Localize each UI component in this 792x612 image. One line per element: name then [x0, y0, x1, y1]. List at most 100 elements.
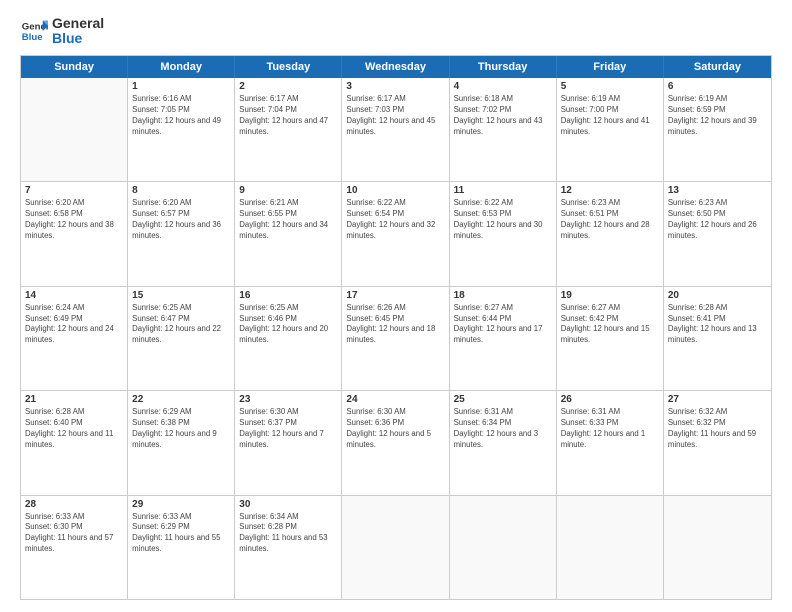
calendar-cell: 9 Sunrise: 6:21 AM Sunset: 6:55 PM Dayli… [235, 182, 342, 285]
calendar-cell: 20 Sunrise: 6:28 AM Sunset: 6:41 PM Dayl… [664, 287, 771, 390]
day-number: 15 [132, 290, 230, 301]
day-number: 16 [239, 290, 337, 301]
calendar-cell: 6 Sunrise: 6:19 AM Sunset: 6:59 PM Dayli… [664, 78, 771, 181]
day-info: Sunrise: 6:27 AM Sunset: 6:44 PM Dayligh… [454, 303, 552, 347]
calendar-row: 14 Sunrise: 6:24 AM Sunset: 6:49 PM Dayl… [21, 287, 771, 391]
day-number: 20 [668, 290, 767, 301]
calendar-cell [664, 496, 771, 599]
day-number: 28 [25, 499, 123, 510]
day-number: 3 [346, 81, 444, 92]
logo: General Blue General Blue [20, 16, 104, 47]
calendar-cell: 23 Sunrise: 6:30 AM Sunset: 6:37 PM Dayl… [235, 391, 342, 494]
weekday-header: Sunday [21, 56, 128, 78]
day-info: Sunrise: 6:20 AM Sunset: 6:58 PM Dayligh… [25, 198, 123, 242]
day-info: Sunrise: 6:28 AM Sunset: 6:41 PM Dayligh… [668, 303, 767, 347]
calendar-cell: 1 Sunrise: 6:16 AM Sunset: 7:05 PM Dayli… [128, 78, 235, 181]
day-info: Sunrise: 6:33 AM Sunset: 6:30 PM Dayligh… [25, 512, 123, 556]
day-number: 12 [561, 185, 659, 196]
header: General Blue General Blue [20, 16, 772, 47]
calendar-cell: 7 Sunrise: 6:20 AM Sunset: 6:58 PM Dayli… [21, 182, 128, 285]
calendar-cell: 12 Sunrise: 6:23 AM Sunset: 6:51 PM Dayl… [557, 182, 664, 285]
weekday-header: Monday [128, 56, 235, 78]
day-info: Sunrise: 6:18 AM Sunset: 7:02 PM Dayligh… [454, 94, 552, 138]
day-info: Sunrise: 6:19 AM Sunset: 7:00 PM Dayligh… [561, 94, 659, 138]
day-info: Sunrise: 6:25 AM Sunset: 6:46 PM Dayligh… [239, 303, 337, 347]
calendar-cell: 22 Sunrise: 6:29 AM Sunset: 6:38 PM Dayl… [128, 391, 235, 494]
calendar-cell: 13 Sunrise: 6:23 AM Sunset: 6:50 PM Dayl… [664, 182, 771, 285]
calendar-cell: 19 Sunrise: 6:27 AM Sunset: 6:42 PM Dayl… [557, 287, 664, 390]
svg-text:Blue: Blue [22, 32, 43, 43]
day-number: 19 [561, 290, 659, 301]
day-info: Sunrise: 6:17 AM Sunset: 7:03 PM Dayligh… [346, 94, 444, 138]
calendar-cell: 11 Sunrise: 6:22 AM Sunset: 6:53 PM Dayl… [450, 182, 557, 285]
day-info: Sunrise: 6:24 AM Sunset: 6:49 PM Dayligh… [25, 303, 123, 347]
day-info: Sunrise: 6:19 AM Sunset: 6:59 PM Dayligh… [668, 94, 767, 138]
day-number: 18 [454, 290, 552, 301]
day-number: 29 [132, 499, 230, 510]
calendar-cell: 30 Sunrise: 6:34 AM Sunset: 6:28 PM Dayl… [235, 496, 342, 599]
day-info: Sunrise: 6:23 AM Sunset: 6:50 PM Dayligh… [668, 198, 767, 242]
day-info: Sunrise: 6:23 AM Sunset: 6:51 PM Dayligh… [561, 198, 659, 242]
day-info: Sunrise: 6:22 AM Sunset: 6:53 PM Dayligh… [454, 198, 552, 242]
calendar-cell [21, 78, 128, 181]
day-number: 11 [454, 185, 552, 196]
calendar-row: 21 Sunrise: 6:28 AM Sunset: 6:40 PM Dayl… [21, 391, 771, 495]
day-info: Sunrise: 6:32 AM Sunset: 6:32 PM Dayligh… [668, 407, 767, 451]
weekday-header: Friday [557, 56, 664, 78]
calendar-cell: 18 Sunrise: 6:27 AM Sunset: 6:44 PM Dayl… [450, 287, 557, 390]
weekday-header: Thursday [450, 56, 557, 78]
day-number: 25 [454, 394, 552, 405]
day-info: Sunrise: 6:30 AM Sunset: 6:37 PM Dayligh… [239, 407, 337, 451]
day-info: Sunrise: 6:22 AM Sunset: 6:54 PM Dayligh… [346, 198, 444, 242]
calendar-cell [450, 496, 557, 599]
weekday-header: Wednesday [342, 56, 449, 78]
day-number: 2 [239, 81, 337, 92]
day-number: 26 [561, 394, 659, 405]
calendar-cell: 2 Sunrise: 6:17 AM Sunset: 7:04 PM Dayli… [235, 78, 342, 181]
day-number: 1 [132, 81, 230, 92]
calendar-header: SundayMondayTuesdayWednesdayThursdayFrid… [21, 56, 771, 78]
calendar-cell: 14 Sunrise: 6:24 AM Sunset: 6:49 PM Dayl… [21, 287, 128, 390]
calendar-cell: 3 Sunrise: 6:17 AM Sunset: 7:03 PM Dayli… [342, 78, 449, 181]
calendar-body: 1 Sunrise: 6:16 AM Sunset: 7:05 PM Dayli… [21, 78, 771, 599]
day-info: Sunrise: 6:25 AM Sunset: 6:47 PM Dayligh… [132, 303, 230, 347]
calendar-cell: 8 Sunrise: 6:20 AM Sunset: 6:57 PM Dayli… [128, 182, 235, 285]
calendar-cell: 5 Sunrise: 6:19 AM Sunset: 7:00 PM Dayli… [557, 78, 664, 181]
calendar-cell [342, 496, 449, 599]
calendar-cell [557, 496, 664, 599]
calendar-cell: 25 Sunrise: 6:31 AM Sunset: 6:34 PM Dayl… [450, 391, 557, 494]
calendar-cell: 27 Sunrise: 6:32 AM Sunset: 6:32 PM Dayl… [664, 391, 771, 494]
logo-line1: General [52, 16, 104, 31]
logo-icon: General Blue [20, 17, 48, 45]
day-number: 7 [25, 185, 123, 196]
calendar-cell: 15 Sunrise: 6:25 AM Sunset: 6:47 PM Dayl… [128, 287, 235, 390]
calendar-row: 7 Sunrise: 6:20 AM Sunset: 6:58 PM Dayli… [21, 182, 771, 286]
calendar-cell: 4 Sunrise: 6:18 AM Sunset: 7:02 PM Dayli… [450, 78, 557, 181]
calendar-cell: 28 Sunrise: 6:33 AM Sunset: 6:30 PM Dayl… [21, 496, 128, 599]
calendar-cell: 24 Sunrise: 6:30 AM Sunset: 6:36 PM Dayl… [342, 391, 449, 494]
day-info: Sunrise: 6:20 AM Sunset: 6:57 PM Dayligh… [132, 198, 230, 242]
calendar-cell: 29 Sunrise: 6:33 AM Sunset: 6:29 PM Dayl… [128, 496, 235, 599]
calendar-cell: 21 Sunrise: 6:28 AM Sunset: 6:40 PM Dayl… [21, 391, 128, 494]
logo-line2: Blue [52, 31, 104, 46]
calendar-row: 1 Sunrise: 6:16 AM Sunset: 7:05 PM Dayli… [21, 78, 771, 182]
day-number: 13 [668, 185, 767, 196]
calendar-cell: 26 Sunrise: 6:31 AM Sunset: 6:33 PM Dayl… [557, 391, 664, 494]
day-info: Sunrise: 6:30 AM Sunset: 6:36 PM Dayligh… [346, 407, 444, 451]
day-number: 10 [346, 185, 444, 196]
day-info: Sunrise: 6:31 AM Sunset: 6:34 PM Dayligh… [454, 407, 552, 451]
weekday-header: Saturday [664, 56, 771, 78]
day-number: 22 [132, 394, 230, 405]
page: General Blue General Blue SundayMondayTu… [0, 0, 792, 612]
calendar-cell: 16 Sunrise: 6:25 AM Sunset: 6:46 PM Dayl… [235, 287, 342, 390]
calendar-cell: 17 Sunrise: 6:26 AM Sunset: 6:45 PM Dayl… [342, 287, 449, 390]
day-number: 21 [25, 394, 123, 405]
day-number: 30 [239, 499, 337, 510]
calendar-row: 28 Sunrise: 6:33 AM Sunset: 6:30 PM Dayl… [21, 496, 771, 599]
day-number: 14 [25, 290, 123, 301]
day-info: Sunrise: 6:28 AM Sunset: 6:40 PM Dayligh… [25, 407, 123, 451]
day-info: Sunrise: 6:26 AM Sunset: 6:45 PM Dayligh… [346, 303, 444, 347]
day-number: 27 [668, 394, 767, 405]
calendar: SundayMondayTuesdayWednesdayThursdayFrid… [20, 55, 772, 600]
day-info: Sunrise: 6:16 AM Sunset: 7:05 PM Dayligh… [132, 94, 230, 138]
